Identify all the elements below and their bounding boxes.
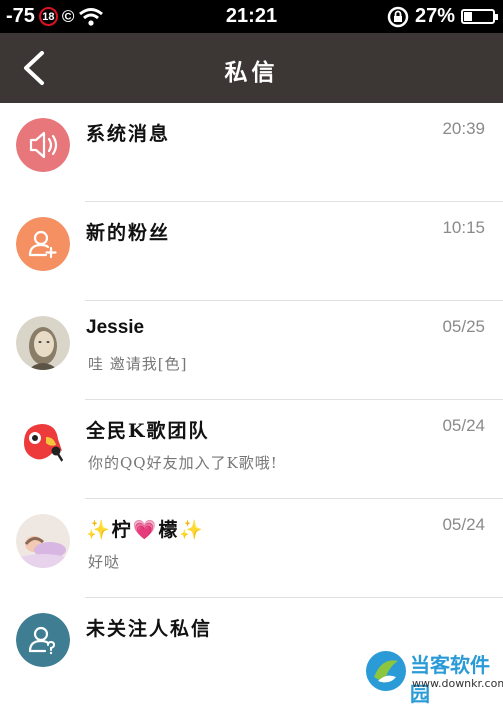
item-message: 你的QQ好友加入了K歌哦! — [88, 454, 278, 472]
item-time: 05/25 — [442, 317, 485, 336]
item-name: 全民K歌团队 — [86, 420, 210, 442]
battery-percent: 27% — [414, 5, 455, 27]
fans-avatar — [16, 217, 70, 271]
item-name: ✨柠💗檬✨ — [86, 519, 205, 541]
item-time: 10:15 — [442, 218, 485, 237]
bird-logo-icon — [16, 415, 70, 469]
unfollowed-avatar — [16, 613, 70, 667]
list-item-conversation[interactable]: 全民K歌团队 你的QQ好友加入了K歌哦! 05/24 — [0, 400, 503, 499]
item-time: 05/24 — [442, 515, 485, 534]
system-avatar — [16, 118, 70, 172]
list-item-conversation[interactable]: Jessie 哇 邀请我[色] 05/25 — [0, 301, 503, 400]
message-list: 系统消息 20:39 新的粉丝 10:15 Jessie 哇 邀请我[色] 05… — [0, 103, 503, 697]
item-message: 好哒 — [88, 553, 121, 571]
item-name: 系统消息 — [86, 123, 171, 145]
list-item-system-messages[interactable]: 系统消息 20:39 — [0, 103, 503, 202]
add-user-icon — [16, 217, 70, 271]
sleeping-baby-photo — [16, 514, 70, 568]
item-time: 20:39 — [442, 119, 485, 138]
user-avatar — [16, 514, 70, 568]
item-name: Jessie — [86, 317, 145, 338]
nav-bar: 私信 — [0, 33, 503, 103]
rotation-lock-icon — [387, 6, 409, 27]
unknown-user-icon — [16, 613, 70, 667]
battery-icon — [461, 9, 498, 24]
user-avatar — [16, 316, 70, 370]
speaker-icon — [16, 118, 70, 172]
watermark-url: www.downkr.com — [412, 677, 503, 690]
list-item-new-fans[interactable]: 新的粉丝 10:15 — [0, 202, 503, 301]
portrait-photo — [16, 316, 70, 370]
item-name: 未关注人私信 — [86, 618, 213, 640]
status-bar: -75 18 © 21:21 27% — [0, 0, 503, 33]
item-time: 05/24 — [442, 416, 485, 435]
watermark: 当客软件园 www.downkr.com — [364, 647, 503, 706]
list-item-conversation[interactable]: ✨柠💗檬✨ 好哒 05/24 — [0, 499, 503, 598]
item-name: 新的粉丝 — [86, 222, 171, 244]
bird-logo-avatar — [16, 415, 70, 469]
page-title: 私信 — [224, 59, 279, 86]
item-message: 哇 邀请我[色] — [88, 355, 188, 373]
